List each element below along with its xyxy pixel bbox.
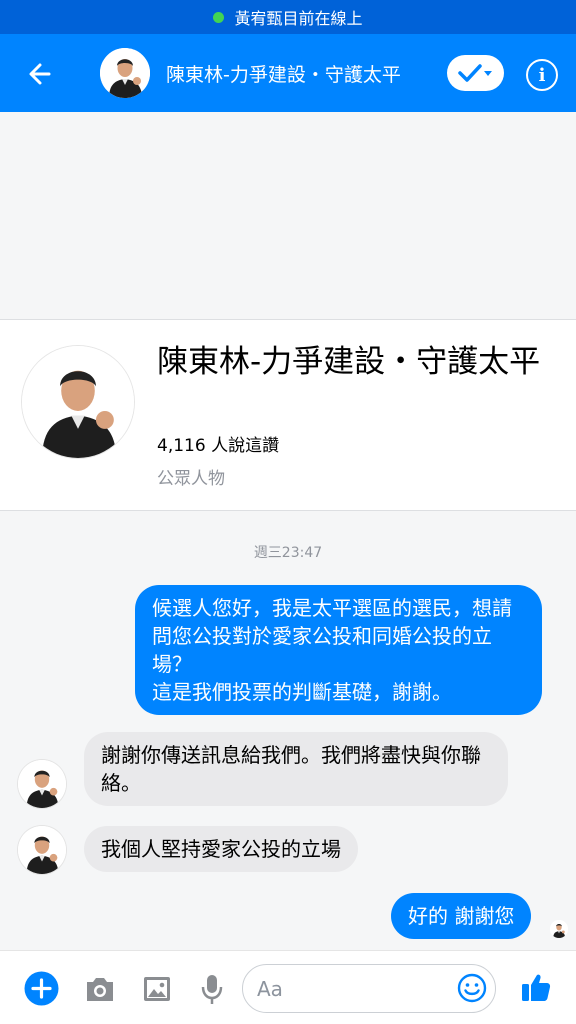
camera-button[interactable] bbox=[84, 973, 116, 1005]
mark-done-button[interactable] bbox=[447, 55, 504, 91]
message-bubble-incoming[interactable]: 我個人堅持愛家公投的立場 bbox=[84, 826, 358, 872]
info-button[interactable]: i bbox=[526, 59, 558, 91]
message-timestamp: 週三23:47 bbox=[253, 545, 323, 561]
message-text: 候選人您好，我是太平選區的選民，想請問您公投對於愛家公投和同婚公投的立場？ 這是… bbox=[152, 596, 512, 704]
online-indicator bbox=[213, 11, 225, 23]
header-avatar[interactable] bbox=[100, 48, 150, 98]
presence-bar: 黃宥甄目前在線上 bbox=[0, 0, 576, 34]
message-composer bbox=[0, 950, 576, 1024]
microphone-icon bbox=[201, 975, 223, 1004]
arrow-left-icon bbox=[29, 63, 51, 85]
message-thread[interactable]: 陳東林-力爭建設・守護太平 4,116 人說這讚 公眾人物 週三23:47 候選… bbox=[0, 112, 576, 950]
conversation-title[interactable]: 陳東林-力爭建設・守護太平 bbox=[166, 60, 401, 87]
profile-category: 公眾人物 bbox=[157, 469, 225, 489]
emoji-button[interactable] bbox=[457, 973, 487, 1003]
more-actions-button[interactable] bbox=[24, 971, 59, 1006]
like-button[interactable] bbox=[518, 969, 554, 1005]
profile-likes: 4,116 人說這讚 bbox=[157, 436, 280, 456]
message-bubble-outgoing[interactable]: 候選人您好，我是太平選區的選民，想請問您公投對於愛家公投和同婚公投的立場？ 這是… bbox=[135, 585, 542, 715]
message-input[interactable] bbox=[257, 974, 447, 1004]
message-text: 我個人堅持愛家公投的立場 bbox=[101, 837, 341, 861]
plus-icon bbox=[24, 971, 59, 1006]
message-bubble-outgoing[interactable]: 好的 謝謝您 bbox=[391, 893, 532, 939]
message-text: 好的 謝謝您 bbox=[408, 904, 515, 928]
checkmark-icon bbox=[457, 64, 492, 82]
presence-text: 黃宥甄目前在線上 bbox=[234, 9, 363, 28]
page-profile-card[interactable]: 陳東林-力爭建設・守護太平 4,116 人說這讚 公眾人物 bbox=[0, 319, 576, 511]
seen-indicator-avatar bbox=[550, 920, 568, 938]
sender-avatar[interactable] bbox=[18, 760, 66, 808]
info-icon: i bbox=[538, 64, 546, 86]
back-button[interactable] bbox=[20, 54, 60, 94]
sender-avatar[interactable] bbox=[18, 826, 66, 874]
profile-avatar bbox=[22, 346, 134, 458]
gallery-icon bbox=[144, 977, 170, 1001]
thumbs-up-icon bbox=[522, 974, 551, 1001]
gallery-button[interactable] bbox=[141, 973, 173, 1005]
conversation-header: 陳東林-力爭建設・守護太平 i bbox=[0, 34, 576, 112]
camera-icon bbox=[87, 978, 113, 1001]
emoji-icon bbox=[457, 973, 487, 1003]
message-bubble-incoming[interactable]: 謝謝你傳送訊息給我們。我們將盡快與你聯絡。 bbox=[84, 732, 508, 806]
message-input-box[interactable] bbox=[242, 964, 496, 1013]
message-text: 謝謝你傳送訊息給我們。我們將盡快與你聯絡。 bbox=[101, 743, 481, 795]
voice-clip-button[interactable] bbox=[198, 973, 226, 1005]
profile-name: 陳東林-力爭建設・守護太平 bbox=[157, 344, 541, 380]
